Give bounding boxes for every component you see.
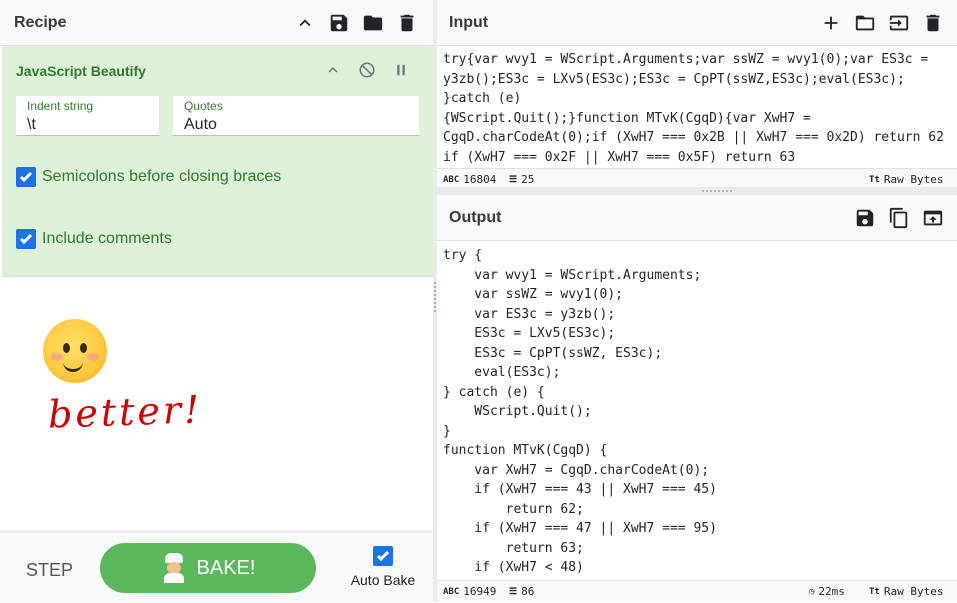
recipe-toolbar — [293, 11, 419, 35]
handwritten-annotation: better! — [47, 387, 204, 437]
open-file-icon[interactable] — [887, 11, 911, 35]
text-format-icon: Tt — [869, 586, 880, 597]
semicolons-label: Semicolons before closing braces — [42, 168, 282, 185]
output-header: Output — [437, 195, 957, 241]
open-folder-icon[interactable] — [853, 11, 877, 35]
indent-string-label: Indent string — [27, 99, 94, 113]
input-char-count: ABC 16804 — [443, 173, 497, 186]
output-textarea[interactable]: try { var wvy1 = WScript.Arguments; var … — [437, 246, 957, 580]
bake-button[interactable]: BAKE! — [100, 543, 316, 593]
input-header: Input — [437, 0, 957, 46]
save-output-icon[interactable] — [853, 206, 877, 230]
io-panel: Input try{var wvy1 = WScript.Arguments;v… — [437, 0, 957, 602]
output-status-bar: ABC 16949 ☰ 86 ◷ 22ms Tt Raw Bytes — [437, 580, 957, 602]
replace-input-icon[interactable] — [921, 206, 945, 230]
clear-recipe-icon[interactable] — [395, 11, 419, 35]
add-tab-icon[interactable] — [819, 11, 843, 35]
operation-javascript-beautify: JavaScript Beautify Indent string \t Quo… — [2, 46, 433, 277]
input-textarea[interactable]: try{var wvy1 = WScript.Arguments;var ssW… — [437, 50, 957, 167]
bake-label: BAKE! — [196, 556, 256, 579]
lines-icon: ☰ — [509, 174, 518, 185]
copy-output-icon[interactable] — [887, 206, 911, 230]
operation-title: JavaScript Beautify — [16, 63, 146, 79]
lines-icon: ☰ — [509, 586, 518, 597]
emoji-mouth — [63, 357, 83, 372]
bake-time: ◷ 22ms — [809, 585, 845, 598]
controls-bar: STEP BAKE! Auto Bake — [0, 531, 433, 603]
include-comments-checkbox[interactable]: Include comments — [16, 229, 172, 249]
load-recipe-icon[interactable] — [361, 11, 385, 35]
output-format[interactable]: Tt Raw Bytes — [869, 585, 943, 598]
auto-bake-toggle[interactable]: Auto Bake — [348, 546, 418, 588]
output-title: Output — [449, 208, 502, 226]
indent-string-field[interactable]: Indent string \t — [16, 96, 159, 136]
recipe-panel: Recipe JavaScript Beautify Indent string… — [0, 0, 433, 603]
emoji-eye — [80, 343, 87, 353]
emoji-eye — [63, 343, 70, 353]
pause-breakpoint-icon[interactable] — [389, 58, 413, 82]
horizontal-splitter[interactable] — [437, 187, 957, 195]
operation-controls — [321, 58, 413, 82]
clock-icon: ◷ — [809, 586, 815, 597]
quotes-label: Quotes — [184, 99, 223, 113]
quotes-value[interactable]: Auto — [184, 116, 217, 134]
output-toolbar — [853, 206, 945, 230]
smiling-face-emoji — [43, 319, 107, 383]
collapse-operation-icon[interactable] — [321, 58, 345, 82]
abc-icon: ABC — [443, 174, 460, 185]
input-line-count: ☰ 25 — [509, 173, 535, 186]
checkbox-checked-icon[interactable] — [373, 546, 393, 566]
recipe-header: Recipe — [0, 0, 433, 46]
recipe-title: Recipe — [14, 13, 67, 31]
include-comments-label: Include comments — [42, 230, 172, 247]
clear-input-icon[interactable] — [921, 11, 945, 35]
text-format-icon: Tt — [869, 174, 880, 185]
save-recipe-icon[interactable] — [327, 11, 351, 35]
input-format[interactable]: Tt Raw Bytes — [869, 173, 943, 186]
input-title: Input — [449, 13, 489, 31]
input-toolbar — [819, 11, 945, 35]
auto-bake-label: Auto Bake — [350, 572, 416, 588]
indent-string-value[interactable]: \t — [27, 116, 36, 134]
disable-operation-icon[interactable] — [355, 58, 379, 82]
step-button[interactable]: STEP — [26, 560, 73, 581]
semicolons-checkbox[interactable]: Semicolons before closing braces — [16, 167, 281, 187]
chef-icon — [161, 553, 187, 583]
collapse-recipe-icon[interactable] — [293, 11, 317, 35]
emoji-cheek — [87, 353, 99, 361]
abc-icon: ABC — [443, 586, 460, 597]
emoji-cheek — [51, 353, 63, 361]
checkbox-checked-icon[interactable] — [16, 167, 36, 187]
quotes-select[interactable]: Quotes Auto — [173, 96, 419, 136]
checkbox-checked-icon[interactable] — [16, 229, 36, 249]
output-char-count: ABC 16949 — [443, 585, 497, 598]
output-line-count: ☰ 86 — [509, 585, 535, 598]
